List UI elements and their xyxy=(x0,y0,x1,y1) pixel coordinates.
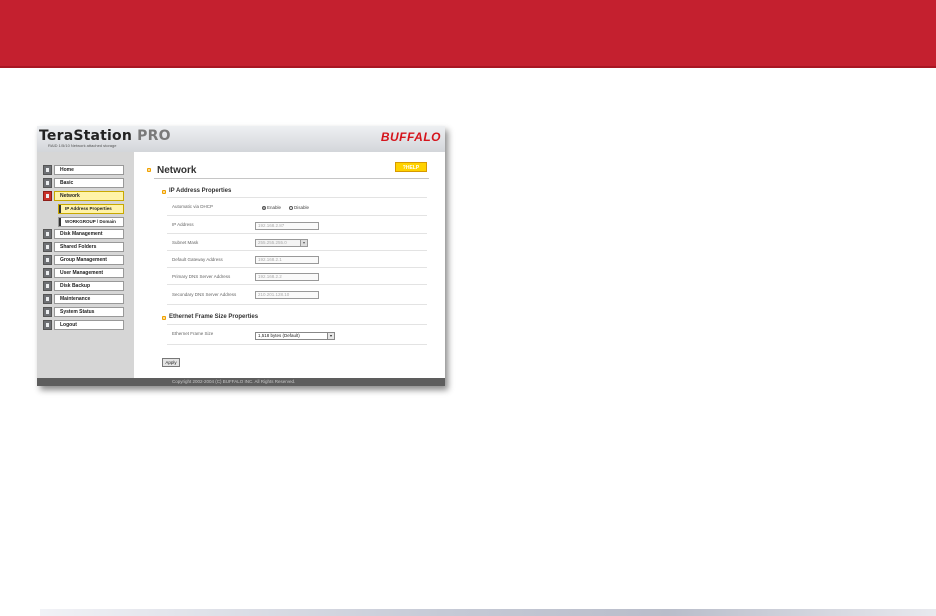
sidebar-item-label: Network xyxy=(54,190,124,201)
primary-dns-label: Primary DNS Server Address xyxy=(172,274,231,279)
sidebar-item-home[interactable]: Home xyxy=(43,165,125,175)
logo-tagline: RAID 1/5/10 Network attached storage xyxy=(48,143,117,148)
sidebar-item-basic[interactable]: Basic xyxy=(43,177,125,188)
ip-address-label: IP Address xyxy=(172,222,194,227)
basic-icon xyxy=(43,177,52,188)
subnet-mask-value: 255.255.255.0 xyxy=(258,240,287,245)
sidebar-item-label: Group Management xyxy=(54,255,124,266)
frame-size-select[interactable]: 1,518 bytes (Default) ▾ xyxy=(255,332,335,340)
ethernet-section-title: Ethernet Frame Size Properties xyxy=(169,314,259,320)
help-button[interactable]: ?HELP xyxy=(395,162,427,172)
primary-dns-input[interactable]: 192.168.2.2 xyxy=(255,273,319,281)
row-divider xyxy=(167,250,427,251)
sidebar-item-label: Basic xyxy=(54,177,124,188)
sidebar-item-label: Disk Backup xyxy=(54,281,124,292)
logout-icon xyxy=(43,319,52,330)
network-icon xyxy=(43,190,52,201)
sidebar-item-label: Home xyxy=(54,165,124,175)
title-bullet-icon xyxy=(147,168,151,172)
ip-section-title: IP Address Properties xyxy=(169,188,232,194)
folder-icon xyxy=(43,242,52,253)
sidebar-item-system-status[interactable]: System Status xyxy=(43,306,125,317)
gateway-input[interactable]: 192.168.2.1 xyxy=(255,256,319,264)
sidebar-subitem-ip-address-properties[interactable]: IP Address Properties xyxy=(43,203,125,214)
logo-pro: PRO xyxy=(137,128,171,144)
radio-selected-icon xyxy=(262,205,266,210)
sidebar-item-label: Maintenance xyxy=(54,293,124,304)
gateway-label: Default Gateway Address xyxy=(172,257,223,262)
section-divider xyxy=(167,197,427,198)
title-divider xyxy=(154,178,429,179)
maintenance-icon xyxy=(43,293,52,304)
frame-size-value: 1,518 bytes (Default) xyxy=(258,333,300,338)
terastation-logo: TeraStation PRO xyxy=(39,128,171,144)
disk-icon xyxy=(43,229,52,240)
apply-button[interactable]: Apply xyxy=(162,358,180,367)
sidebar-item-disk-backup[interactable]: Disk Backup xyxy=(43,281,125,292)
chevron-down-icon: ▾ xyxy=(300,240,307,246)
section-bullet-icon xyxy=(162,316,166,320)
sidebar-item-label: Shared Folders xyxy=(54,242,124,253)
ip-address-input[interactable]: 192.168.2.87 xyxy=(255,222,319,230)
sidebar-menu: Home Basic Network IP Address Properties… xyxy=(43,165,125,333)
section-divider xyxy=(167,324,427,325)
sidebar-item-label: User Management xyxy=(54,268,124,279)
radio-label: Disable xyxy=(294,205,310,210)
secondary-dns-label: Secondary DNS Server Address xyxy=(172,292,237,297)
sidebar-item-label: Logout xyxy=(54,319,124,330)
home-icon xyxy=(43,165,52,175)
sidebar-item-network[interactable]: Network xyxy=(43,190,125,201)
status-icon xyxy=(43,306,52,317)
sidebar-item-label: IP Address Properties xyxy=(58,203,124,214)
frame-size-label: Ethernet Frame Size xyxy=(172,331,214,336)
radio-unselected-icon xyxy=(289,205,293,210)
row-divider xyxy=(167,215,427,216)
subnet-mask-label: Subnet Mask xyxy=(172,240,199,245)
subnet-mask-select[interactable]: 255.255.255.0 ▾ xyxy=(255,239,308,247)
row-divider xyxy=(167,233,427,234)
chevron-down-icon: ▾ xyxy=(327,333,334,339)
main-panel: Network ?HELP IP Address Properties Auto… xyxy=(134,152,445,378)
top-banner xyxy=(0,0,936,68)
dhcp-disable-radio[interactable]: Disable xyxy=(289,205,309,210)
secondary-dns-input[interactable]: 210.201.128.10 xyxy=(255,291,319,299)
footer: Copyright 2002-2004 (C) BUFFALO INC. All… xyxy=(37,378,445,386)
buffalo-logo: BUFFALO xyxy=(380,130,441,144)
dhcp-enable-radio[interactable]: Enable xyxy=(262,205,281,210)
sidebar-subitem-workgroup-domain[interactable]: WORKGROUP / Domain xyxy=(43,216,125,227)
section-bullet-icon xyxy=(162,190,166,194)
app-header: TeraStation PRO RAID 1/5/10 Network atta… xyxy=(37,126,445,153)
sidebar-item-maintenance[interactable]: Maintenance xyxy=(43,293,125,304)
logo-main: TeraStation xyxy=(39,128,133,144)
row-divider xyxy=(167,304,427,305)
page-title: Network xyxy=(157,165,197,176)
sidebar-item-user-management[interactable]: User Management xyxy=(43,268,125,279)
row-divider xyxy=(167,344,427,345)
sidebar: Home Basic Network IP Address Properties… xyxy=(37,152,134,378)
user-icon xyxy=(43,268,52,279)
dhcp-label: Automatic via DHCP xyxy=(172,204,214,209)
sidebar-item-shared-folders[interactable]: Shared Folders xyxy=(43,242,125,253)
sidebar-item-label: Disk Management xyxy=(54,229,124,240)
sidebar-item-logout[interactable]: Logout xyxy=(43,319,125,330)
sidebar-item-group-management[interactable]: Group Management xyxy=(43,255,125,266)
sidebar-item-label: WORKGROUP / Domain xyxy=(58,216,124,227)
backup-icon xyxy=(43,281,52,292)
group-icon xyxy=(43,255,52,266)
radio-label: Enable xyxy=(267,205,282,210)
copyright-text: Copyright 2002-2004 (C) BUFFALO INC. All… xyxy=(172,379,296,384)
row-divider xyxy=(167,267,427,268)
sidebar-item-label: System Status xyxy=(54,306,124,317)
sidebar-item-disk-management[interactable]: Disk Management xyxy=(43,229,125,240)
bottom-divider xyxy=(40,609,936,616)
terastation-screenshot: TeraStation PRO RAID 1/5/10 Network atta… xyxy=(37,126,445,386)
row-divider xyxy=(167,284,427,285)
